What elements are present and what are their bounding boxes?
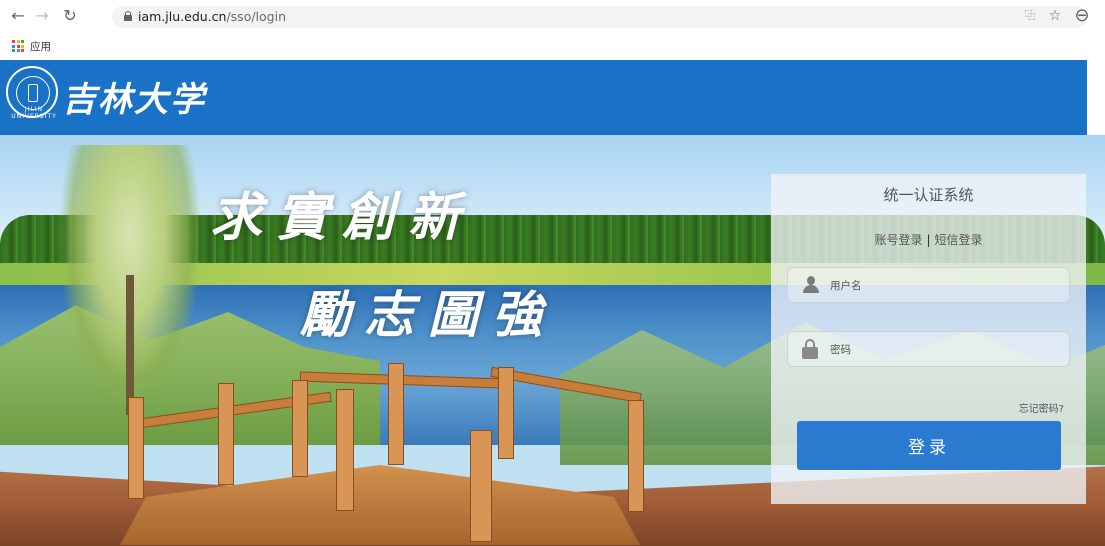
bookmarks-bar: 应用 <box>12 38 51 54</box>
slogan-line-1: 求實創新 <box>210 187 475 248</box>
tab-account-login[interactable]: 账号登录 <box>874 233 922 247</box>
bookmark-apps-label[interactable]: 应用 <box>30 39 51 54</box>
university-seal-logo: JILIN UNIVERSITY <box>6 66 58 120</box>
seal-text: JILIN UNIVERSITY <box>11 106 57 120</box>
password-input[interactable] <box>828 338 1062 362</box>
forward-arrow-icon[interactable]: → <box>32 6 52 26</box>
password-field[interactable] <box>787 331 1070 367</box>
login-panel: 统一认证系统 账号登录 | 短信登录 忘记密码? 登录 <box>771 174 1086 504</box>
url-path: /sso/login <box>226 9 286 24</box>
bridge-post <box>292 380 308 477</box>
tab-separator: | <box>926 233 931 247</box>
account-icon[interactable]: ⊖ <box>1072 6 1092 26</box>
user-icon <box>802 276 820 294</box>
browser-chrome: ← → ↻ iam.jlu.edu.cn/sso/login ⿻ ☆ ⊖ 应用 <box>0 0 1105 60</box>
panel-title: 统一认证系统 <box>883 186 974 204</box>
url-host: iam.jlu.edu.cn <box>138 9 227 24</box>
bridge-post <box>470 430 492 542</box>
bridge-post <box>128 397 144 499</box>
apps-grid-icon[interactable] <box>12 40 24 52</box>
back-arrow-icon[interactable]: ← <box>8 6 28 26</box>
bridge-post <box>628 400 644 512</box>
lock-icon <box>802 339 818 359</box>
site-title: 吉林大学 <box>62 80 206 120</box>
wooden-bridge <box>120 465 640 545</box>
login-button[interactable]: 登录 <box>797 421 1061 470</box>
bridge-post <box>218 383 234 485</box>
address-bar[interactable]: iam.jlu.edu.cn/sso/login <box>112 6 1087 28</box>
translate-icon[interactable]: ⿻ <box>1020 6 1040 26</box>
forgot-password-link[interactable]: 忘记密码? <box>1019 400 1064 415</box>
username-field[interactable] <box>787 267 1070 303</box>
lock-icon <box>124 11 132 21</box>
tab-sms-login[interactable]: 短信登录 <box>935 233 983 247</box>
bridge-post <box>336 389 354 511</box>
star-icon[interactable]: ☆ <box>1045 6 1065 26</box>
slogan-line-2: 勵志圖強 <box>300 285 556 344</box>
bridge-post <box>388 363 404 465</box>
bridge-post <box>498 367 514 459</box>
tree-trunk <box>126 275 134 415</box>
reload-icon[interactable]: ↻ <box>60 6 80 26</box>
site-header: JILIN UNIVERSITY 吉林大学 <box>0 60 1087 135</box>
url-text: iam.jlu.edu.cn/sso/login <box>138 9 286 24</box>
username-input[interactable] <box>828 274 1062 298</box>
login-tabs: 账号登录 | 短信登录 <box>771 231 1086 248</box>
